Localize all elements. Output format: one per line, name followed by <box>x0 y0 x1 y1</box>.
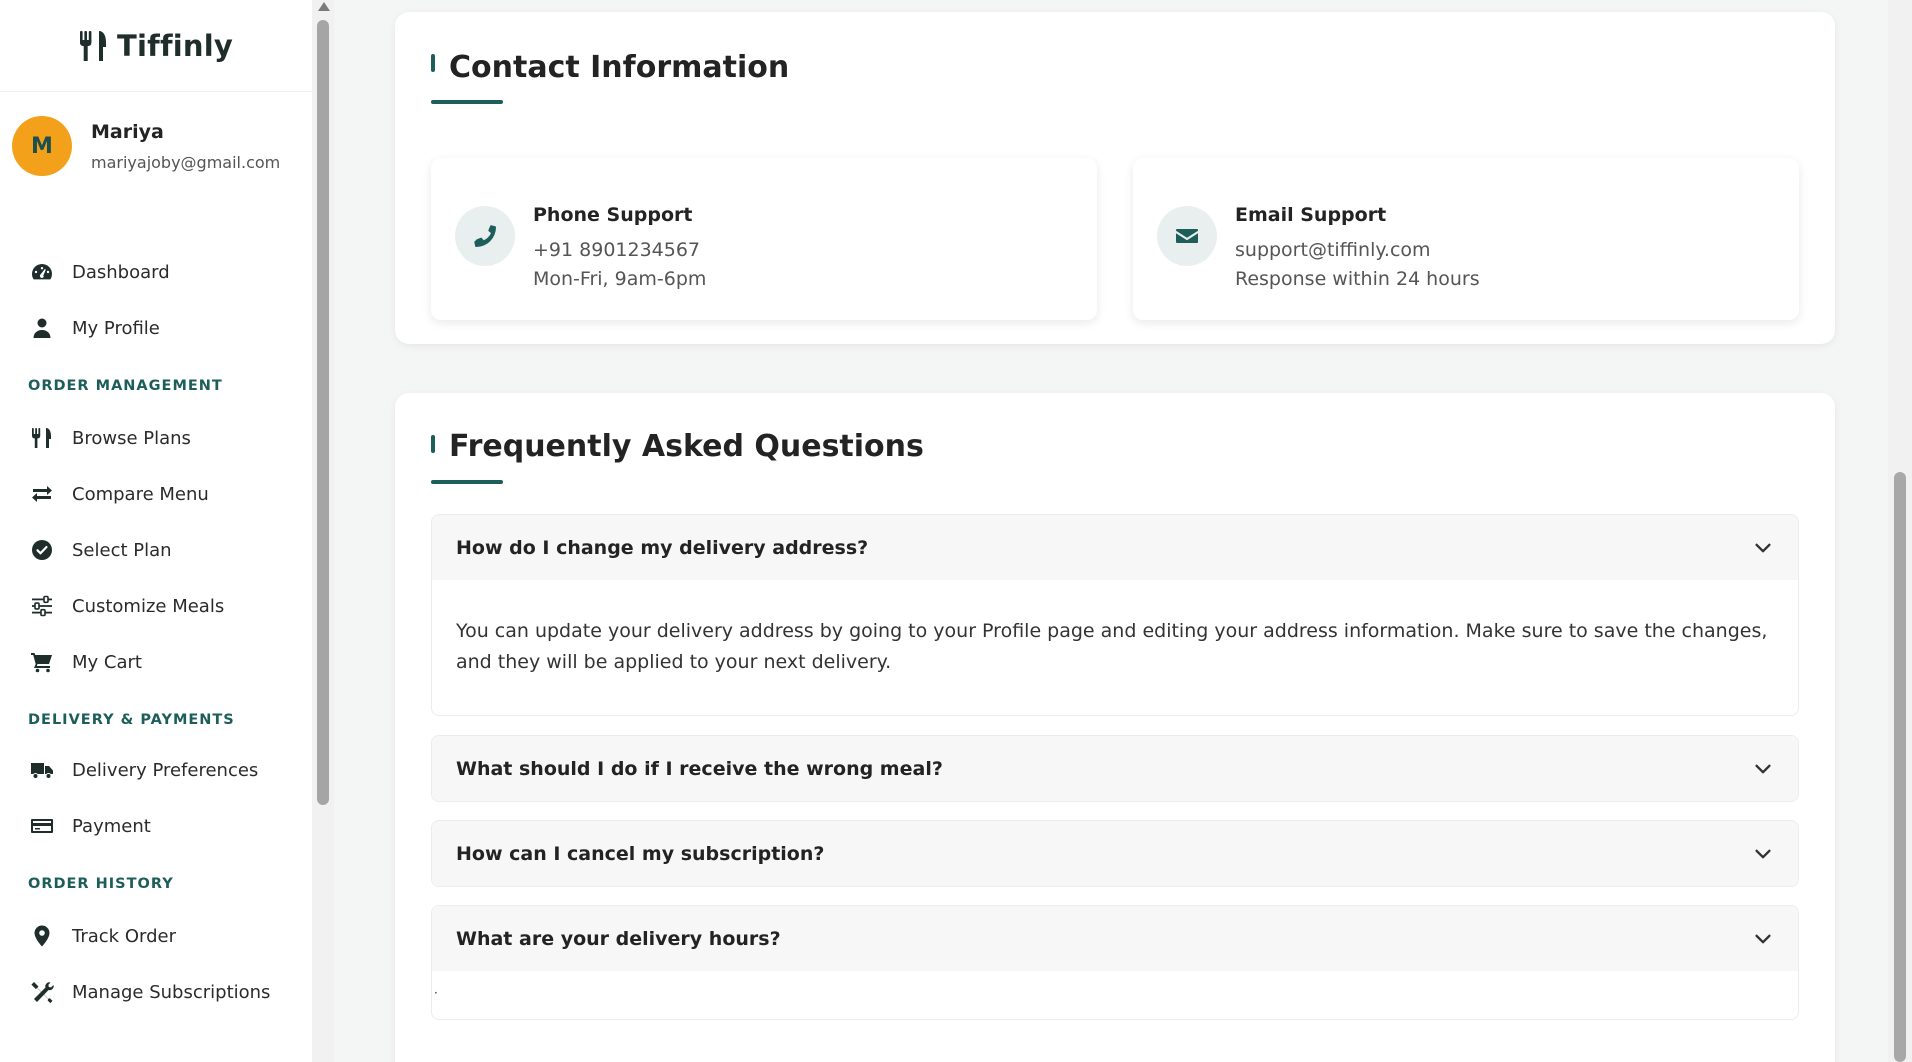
sidebar-nav: Dashboard My Profile ORDER MANAGEMENT Br… <box>0 244 312 1020</box>
arrows-exchange-icon <box>32 486 52 502</box>
user-email: mariyajoby@gmail.com <box>91 152 281 172</box>
faq-card: Frequently Asked Questions How do I chan… <box>395 393 1835 1062</box>
faq-question: What are your delivery hours? <box>456 927 781 950</box>
faq-item: What should I do if I receive the wrong … <box>431 735 1799 802</box>
section-label-order-management: ORDER MANAGEMENT <box>28 378 223 394</box>
section-label-order-history: ORDER HISTORY <box>28 876 174 892</box>
faq-question: How do I change my delivery address? <box>456 536 869 559</box>
chevron-down-icon <box>1755 543 1771 552</box>
user-profile-summary: M Mariya mariyajoby@gmail.com <box>12 116 280 176</box>
brand-name: Tiffinly <box>117 28 233 63</box>
sidebar-item-label: Manage Subscriptions <box>72 981 271 1003</box>
faq-question-header[interactable]: What should I do if I receive the wrong … <box>432 736 1798 801</box>
main-content: Contact Information Phone Support +91 89… <box>334 0 1888 1062</box>
sidebar: Tiffinly M Mariya mariyajoby@gmail.com D… <box>0 0 312 1062</box>
user-icon <box>33 318 51 338</box>
chevron-down-icon <box>1755 764 1771 773</box>
sidebar-item-customize-meals[interactable]: Customize Meals <box>0 578 312 634</box>
envelope-icon-badge <box>1157 206 1217 266</box>
sidebar-item-label: Select Plan <box>72 539 172 561</box>
user-name: Mariya <box>91 120 164 143</box>
section-label-delivery-payments: DELIVERY & PAYMENTS <box>28 712 235 728</box>
chevron-down-icon <box>1755 849 1771 858</box>
phone-hours: Mon-Fri, 9am-6pm <box>533 268 707 290</box>
sidebar-item-my-profile[interactable]: My Profile <box>0 300 312 356</box>
title-accent-tick <box>431 435 435 453</box>
sidebar-item-manage-subscriptions[interactable]: Manage Subscriptions <box>0 964 312 1020</box>
email-response-time: Response within 24 hours <box>1235 268 1480 290</box>
page-scrollbar[interactable] <box>1888 0 1912 1062</box>
sidebar-item-label: Payment <box>72 815 151 837</box>
faq-question-header[interactable]: How do I change my delivery address? <box>432 515 1798 580</box>
faq-answer-placeholder: · <box>434 986 438 1000</box>
title-underline <box>431 480 503 484</box>
faq-question: What should I do if I receive the wrong … <box>456 757 943 780</box>
faq-title: Frequently Asked Questions <box>449 429 924 464</box>
sliders-icon <box>32 595 52 617</box>
title-accent-tick <box>431 54 435 72</box>
truck-icon <box>31 763 53 779</box>
sidebar-item-label: Track Order <box>72 925 176 947</box>
faq-question-header[interactable]: How can I cancel my subscription? <box>432 821 1798 886</box>
utensils-icon <box>80 30 106 61</box>
sidebar-item-label: My Profile <box>72 317 160 339</box>
sidebar-item-my-cart[interactable]: My Cart <box>0 634 312 690</box>
sidebar-scrollbar[interactable] <box>312 0 334 1062</box>
sidebar-item-select-plan[interactable]: Select Plan <box>0 522 312 578</box>
map-pin-icon <box>34 925 50 947</box>
cart-icon <box>31 653 52 673</box>
sidebar-item-payment[interactable]: Payment <box>0 798 312 854</box>
phone-icon-badge <box>455 206 515 266</box>
faq-item: How do I change my delivery address? You… <box>431 514 1799 716</box>
email-support-card[interactable]: Email Support support@tiffinly.com Respo… <box>1133 158 1799 320</box>
phone-icon <box>474 225 497 248</box>
chevron-down-icon <box>1755 934 1771 943</box>
faq-item: What are your delivery hours? · <box>431 905 1799 1020</box>
page-scrollbar-thumb[interactable] <box>1894 472 1906 1062</box>
faq-item: How can I cancel my subscription? <box>431 820 1799 887</box>
phone-support-title: Phone Support <box>533 204 693 226</box>
utensils-icon <box>32 428 51 448</box>
sidebar-item-delivery-preferences[interactable]: Delivery Preferences <box>0 742 312 798</box>
sidebar-item-label: Dashboard <box>72 261 170 283</box>
scroll-up-arrow-icon[interactable] <box>318 2 330 11</box>
sidebar-scrollbar-thumb[interactable] <box>317 20 329 805</box>
envelope-icon <box>1176 229 1198 243</box>
sidebar-item-dashboard[interactable]: Dashboard <box>0 244 312 300</box>
support-email[interactable]: support@tiffinly.com <box>1235 236 1480 265</box>
gauge-icon <box>32 264 52 280</box>
sidebar-item-label: Customize Meals <box>72 595 225 617</box>
faq-answer: You can update your delivery address by … <box>456 620 1768 673</box>
sidebar-item-label: My Cart <box>72 651 142 673</box>
brand[interactable]: Tiffinly <box>0 0 312 92</box>
avatar: M <box>12 116 72 176</box>
faq-question: How can I cancel my subscription? <box>456 842 825 865</box>
contact-information-title: Contact Information <box>449 50 790 85</box>
sidebar-item-track-order[interactable]: Track Order <box>0 908 312 964</box>
title-underline <box>431 100 503 104</box>
sidebar-item-label: Compare Menu <box>72 483 209 505</box>
email-support-title: Email Support <box>1235 204 1387 226</box>
sidebar-item-label: Browse Plans <box>72 427 191 449</box>
sidebar-item-browse-plans[interactable]: Browse Plans <box>0 410 312 466</box>
tools-icon <box>31 982 54 1004</box>
check-circle-icon <box>32 540 52 560</box>
phone-number[interactable]: +91 8901234567 <box>533 236 706 265</box>
sidebar-item-label: Delivery Preferences <box>72 759 259 781</box>
faq-question-header[interactable]: What are your delivery hours? <box>432 906 1798 971</box>
phone-support-card[interactable]: Phone Support +91 8901234567 Mon-Fri, 9a… <box>431 158 1097 320</box>
sidebar-item-compare-menu[interactable]: Compare Menu <box>0 466 312 522</box>
contact-information-card: Contact Information Phone Support +91 89… <box>395 12 1835 344</box>
credit-card-icon <box>31 819 53 833</box>
